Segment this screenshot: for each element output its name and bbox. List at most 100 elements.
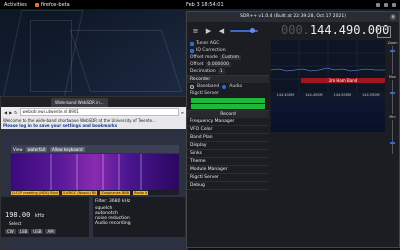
station-marker[interactable]: Zoophanes BBB bbox=[100, 190, 131, 195]
option-label: IQ Correction bbox=[196, 48, 226, 53]
app-menu[interactable]: firefox-beta bbox=[34, 2, 70, 8]
waterfall-controls: View waterfall Allow keyboard bbox=[11, 145, 179, 153]
frequency-display[interactable]: 000.144.490.000 bbox=[281, 23, 389, 37]
decimation-row: Decimation 1 bbox=[187, 68, 269, 75]
sdrpp-window: SDR++ v1.0.4 (Built at 22:39:28, Oct 17 … bbox=[186, 11, 400, 248]
option-label: Decimation bbox=[190, 69, 216, 74]
navigation-bar: ◀ ▶ ↻ websdr.ewi.utwente.nl:8901 ≡ bbox=[1, 107, 187, 117]
mode-button[interactable]: USB bbox=[31, 229, 44, 234]
frequency-unit: kHz bbox=[35, 213, 45, 219]
zoom-label: Zoom bbox=[387, 41, 398, 45]
tower-silhouette bbox=[69, 30, 183, 92]
hamburger-icon[interactable]: ≡ bbox=[191, 27, 200, 36]
browser-tab[interactable]: Wide-band WebSDR in... bbox=[51, 97, 108, 107]
module-item[interactable]: VFO Color bbox=[187, 126, 269, 134]
decimation-select[interactable]: 1 bbox=[217, 69, 225, 74]
offset-mode-row: Offset mode Custom bbox=[187, 54, 269, 61]
station-marker[interactable]: D-TCP meeting (NDS) Blvd bbox=[11, 190, 59, 195]
section-recorder[interactable]: Recorder bbox=[187, 75, 269, 83]
station-markers: D-TCP meeting (NDS) Blvd 5-KRGC (Nosoc) … bbox=[11, 190, 179, 195]
level-meter bbox=[191, 104, 265, 109]
tuner-agc-option[interactable]: Tuner AGC bbox=[187, 40, 269, 47]
module-item[interactable]: Display bbox=[187, 142, 269, 150]
websdr-waterfall[interactable] bbox=[11, 154, 179, 190]
sdrpp-titlebar: SDR++ v1.0.4 (Built at 22:39:28, Oct 17 … bbox=[187, 12, 399, 22]
radio-icon[interactable] bbox=[222, 84, 227, 89]
option-label: Offset mode bbox=[190, 55, 218, 60]
sdr-waterfall[interactable] bbox=[271, 97, 385, 132]
slider-knob[interactable] bbox=[390, 50, 395, 52]
axis-tick: 144.500M bbox=[333, 92, 352, 97]
keyboard-toggle[interactable]: Allow keyboard bbox=[49, 146, 85, 152]
sidebar-menu: Tuner AGC IQ Correction Offset mode Custo… bbox=[187, 40, 269, 247]
axis-tick: 144.400M bbox=[276, 92, 295, 97]
reload-icon[interactable]: ↻ bbox=[14, 110, 17, 115]
zoom-slider[interactable] bbox=[390, 46, 395, 74]
mode-button[interactable]: CW bbox=[5, 229, 16, 234]
mode-button[interactable]: AM bbox=[45, 229, 56, 234]
url-input[interactable]: websdr.ewi.utwente.nl:8901 bbox=[19, 108, 179, 116]
rigctl-row: Rigctl Server bbox=[190, 91, 219, 96]
record-button[interactable]: Record bbox=[187, 110, 269, 118]
filter-panel: Filter: 3680 kHz squelch autonotch noise… bbox=[93, 197, 185, 237]
mode-button[interactable]: LSB bbox=[17, 229, 30, 234]
frequency-input[interactable]: 198.00 bbox=[5, 211, 30, 219]
filter-option[interactable]: Audio recording bbox=[93, 221, 185, 226]
spectrum-plot[interactable] bbox=[271, 40, 385, 92]
forward-icon[interactable]: ▶ bbox=[9, 110, 12, 115]
window-title: SDR++ v1.0.4 (Built at 22:39:28, Oct 17 … bbox=[240, 14, 346, 19]
module-item[interactable]: Frequency Manager bbox=[187, 118, 269, 126]
close-icon[interactable]: ✕ bbox=[390, 14, 396, 20]
slider-knob[interactable] bbox=[390, 92, 395, 94]
radio-label: Audio bbox=[229, 84, 243, 89]
tower-silhouette bbox=[30, 20, 72, 92]
module-item[interactable]: Module Manager bbox=[187, 166, 269, 174]
receiver-panel: 198.00 kHz Select CW LSB USB AM bbox=[1, 197, 89, 237]
module-item[interactable]: Debug bbox=[187, 182, 269, 190]
notice-text: Welcome to the wide-band shortwave WebSD… bbox=[1, 117, 187, 129]
offset-input[interactable]: 0.000000 bbox=[205, 62, 232, 67]
menu-icon[interactable]: ≡ bbox=[181, 110, 184, 115]
offset-mode-select[interactable]: Custom bbox=[219, 55, 241, 60]
play-icon[interactable]: ▶ bbox=[204, 27, 213, 36]
view-select[interactable]: waterfall bbox=[25, 146, 47, 152]
mode-buttons: CW LSB USB AM bbox=[5, 229, 56, 234]
module-item[interactable]: Rigctl Server bbox=[187, 174, 269, 182]
station-marker[interactable]: Radio X bbox=[133, 190, 149, 195]
sdrpp-toolbar: ≡ ▶ ◀ 000.144.490.000 bbox=[187, 22, 399, 40]
frequency-prefix: 000. bbox=[281, 23, 310, 37]
axis-tick: 144.450M bbox=[305, 92, 323, 97]
band-plan-label[interactable]: 2m Ham Band bbox=[301, 78, 385, 83]
radio-icon[interactable] bbox=[190, 84, 194, 89]
notice-login-link[interactable]: Please log in to save your settings and … bbox=[3, 123, 117, 128]
filter-title: Filter: 3680 kHz bbox=[95, 199, 131, 204]
system-topbar: Activities firefox-beta Feb 3 18:54:01 bbox=[0, 0, 400, 9]
clock[interactable]: Feb 3 18:54:01 bbox=[186, 2, 224, 8]
volume-icon: ◀ bbox=[218, 27, 225, 35]
volume-slider[interactable] bbox=[230, 28, 258, 33]
tab-strip: Wide-band WebSDR in... bbox=[1, 97, 187, 107]
station-marker[interactable]: 5-KRGC (Nosoc) Bli bbox=[61, 190, 98, 195]
max-slider[interactable] bbox=[390, 80, 395, 114]
system-tray[interactable] bbox=[376, 2, 396, 7]
min-label: Min bbox=[389, 115, 396, 119]
module-item[interactable]: Band Plan bbox=[187, 134, 269, 142]
checkbox-icon bbox=[190, 48, 194, 53]
offset-row: Offset 0.000000 bbox=[187, 61, 269, 68]
display-controls: Zoom Max Min bbox=[386, 40, 399, 247]
page-content: Welcome to the wide-band shortwave WebSD… bbox=[1, 117, 187, 249]
radio-label: Baseband bbox=[197, 84, 220, 89]
min-slider[interactable] bbox=[390, 120, 395, 154]
activities-button[interactable]: Activities bbox=[4, 2, 27, 8]
module-item[interactable]: Theme bbox=[187, 158, 269, 166]
iq-correction-option[interactable]: IQ Correction bbox=[187, 47, 269, 54]
view-label: View bbox=[13, 146, 23, 152]
back-icon[interactable]: ◀ bbox=[4, 110, 7, 115]
axis-tick: 144.550M bbox=[362, 92, 380, 97]
sdrpp-logo-icon bbox=[377, 26, 391, 38]
slider-knob[interactable] bbox=[390, 142, 395, 144]
browser-window: Wide-band WebSDR in... ◀ ▶ ↻ websdr.ewi.… bbox=[0, 96, 188, 250]
fft-display[interactable]: 2m Ham Band 144.400M 144.450M 144.500M 1… bbox=[271, 40, 385, 132]
module-item[interactable]: Sinks bbox=[187, 150, 269, 158]
option-label: Tuner AGC bbox=[196, 41, 220, 46]
